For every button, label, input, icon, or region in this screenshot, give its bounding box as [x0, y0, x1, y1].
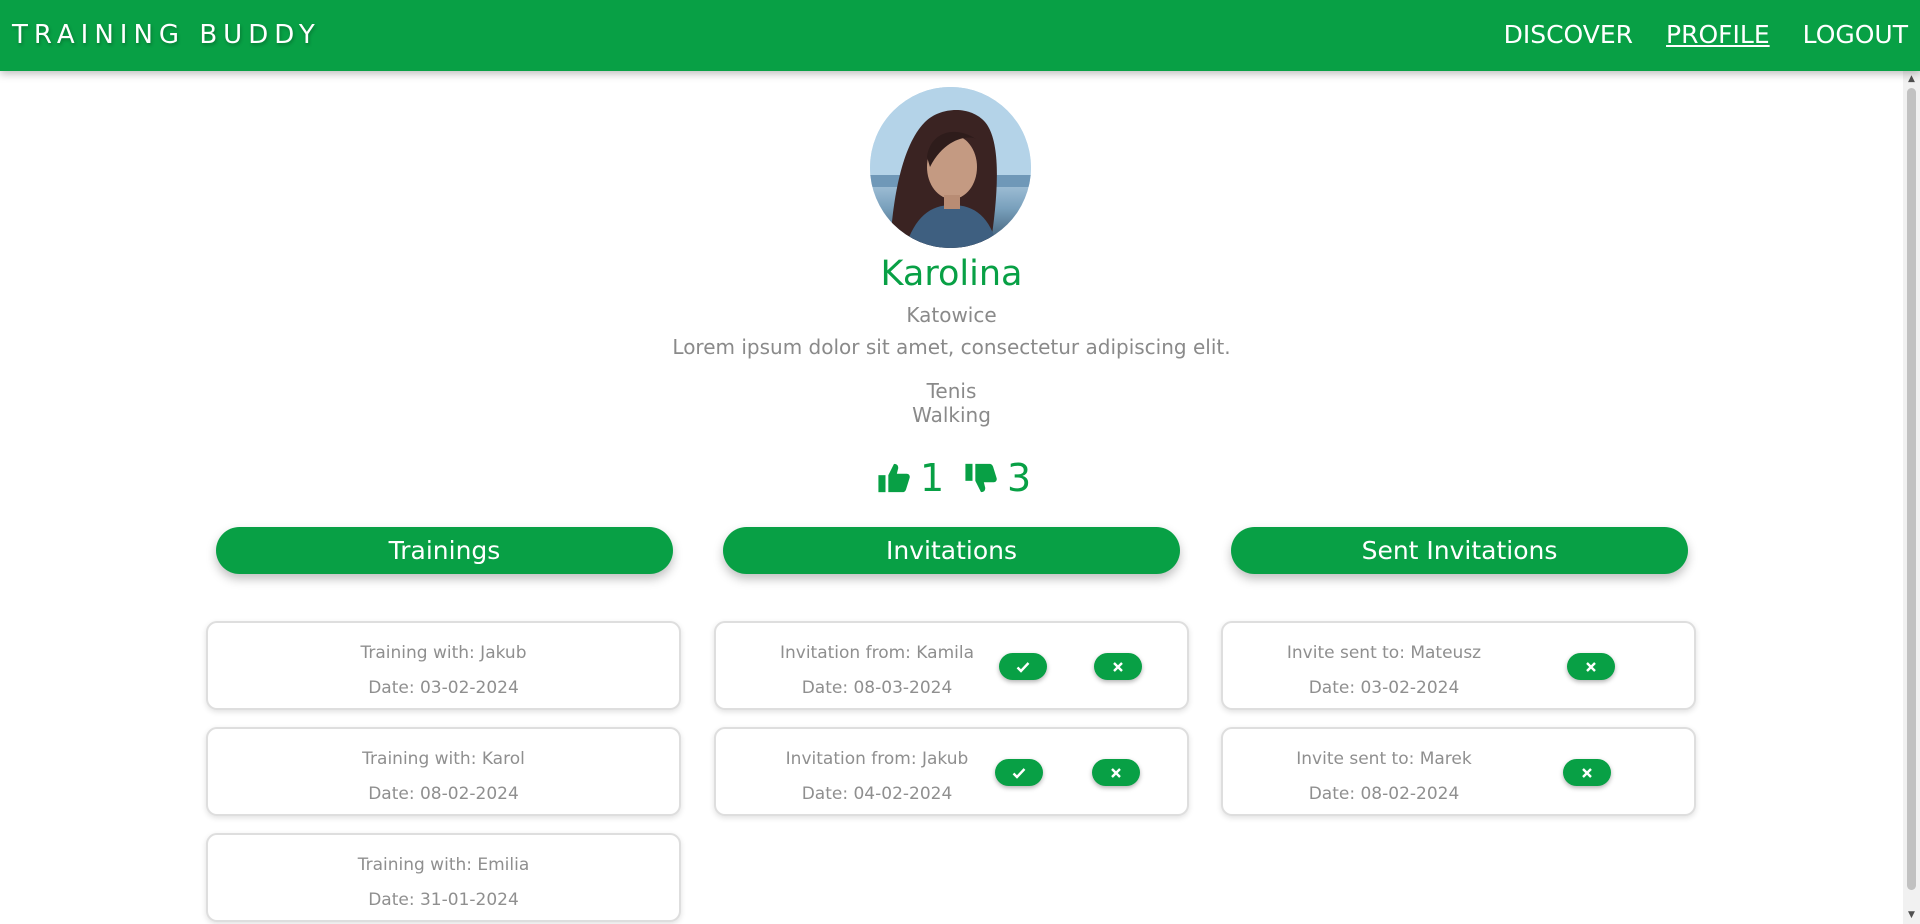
close-icon [1582, 767, 1592, 778]
cancel-sent-invitation-button[interactable] [1563, 759, 1611, 786]
close-icon [1113, 661, 1123, 672]
sent-invitation-date: Date: 03-02-2024 [1308, 678, 1460, 698]
profile-city: Katowice [906, 303, 997, 327]
training-partner: Training with: Jakub [360, 643, 527, 663]
close-icon [1111, 767, 1121, 778]
training-date: Date: 08-02-2024 [368, 784, 519, 804]
invitations-tab-button[interactable]: Invitations [723, 527, 1180, 574]
thumbs-up-icon [878, 463, 910, 493]
accept-invitation-button[interactable] [995, 759, 1043, 786]
invitation-card: Invitation from: Jakub Date: 04-02-2024 [714, 727, 1189, 816]
sent-invitation-recipient: Invite sent to: Mateusz [1286, 643, 1482, 663]
sent-invitation-card: Invite sent to: Mateusz Date: 03-02-2024 [1221, 621, 1696, 710]
decline-invitation-button[interactable] [1094, 653, 1142, 680]
nav-link-profile[interactable]: PROFILE [1666, 20, 1770, 50]
close-icon [1586, 661, 1596, 672]
dislikes-count: 3 [1007, 456, 1032, 500]
accept-invitation-button[interactable] [999, 653, 1047, 680]
nav-link-logout[interactable]: LOGOUT [1803, 20, 1908, 50]
sent-invitation-recipient: Invite sent to: Marek [1296, 749, 1472, 769]
trainings-tab-button[interactable]: Trainings [216, 527, 673, 574]
invitation-date: Date: 04-02-2024 [801, 784, 953, 804]
nav-link-discover[interactable]: DISCOVER [1504, 20, 1633, 50]
profile-sport: Walking [912, 403, 991, 427]
likes-count: 1 [920, 456, 945, 500]
sent-invitation-date: Date: 08-02-2024 [1308, 784, 1460, 804]
profile-bio: Lorem ipsum dolor sit amet, consectetur … [672, 335, 1231, 359]
avatar-portrait [870, 87, 1031, 248]
scroll-down-arrow-icon[interactable]: ▼ [1903, 907, 1920, 924]
nav-links: DISCOVER PROFILE LOGOUT [1504, 20, 1908, 50]
invitation-card: Invitation from: Kamila Date: 08-03-2024 [714, 621, 1189, 710]
dislikes-rating[interactable]: 3 [963, 456, 1031, 500]
training-partner: Training with: Karol [362, 749, 525, 769]
top-navbar: TRAINING BUDDY DISCOVER PROFILE LOGOUT [0, 0, 1920, 71]
training-partner: Training with: Emilia [357, 855, 530, 875]
training-date: Date: 31-01-2024 [368, 890, 519, 910]
scroll-up-arrow-icon[interactable]: ▲ [1903, 71, 1920, 88]
cancel-sent-invitation-button[interactable] [1567, 653, 1615, 680]
invitation-sender: Invitation from: Jakub [785, 749, 969, 769]
profile-avatar [870, 87, 1031, 248]
likes-rating[interactable]: 1 [876, 456, 944, 500]
scrollbar-thumb[interactable] [1907, 88, 1916, 890]
profile-sport: Tenis [926, 379, 977, 403]
check-icon [1012, 767, 1026, 779]
invitation-sender: Invitation from: Kamila [779, 643, 974, 663]
training-card: Training with: Karol Date: 08-02-2024 [206, 727, 681, 816]
decline-invitation-button[interactable] [1092, 759, 1140, 786]
sent-invitations-tab-button[interactable]: Sent Invitations [1231, 527, 1688, 574]
training-date: Date: 03-02-2024 [368, 678, 519, 698]
invitation-date: Date: 08-03-2024 [801, 678, 953, 698]
brand-logo[interactable]: TRAINING BUDDY [12, 20, 321, 50]
sent-invitation-card: Invite sent to: Marek Date: 08-02-2024 [1221, 727, 1696, 816]
thumbs-down-icon [965, 463, 997, 493]
profile-name: Karolina [880, 254, 1023, 294]
check-icon [1016, 661, 1030, 673]
vertical-scrollbar[interactable]: ▲ ▼ [1903, 71, 1920, 924]
training-card: Training with: Jakub Date: 03-02-2024 [206, 621, 681, 710]
training-card: Training with: Emilia Date: 31-01-2024 [206, 833, 681, 922]
